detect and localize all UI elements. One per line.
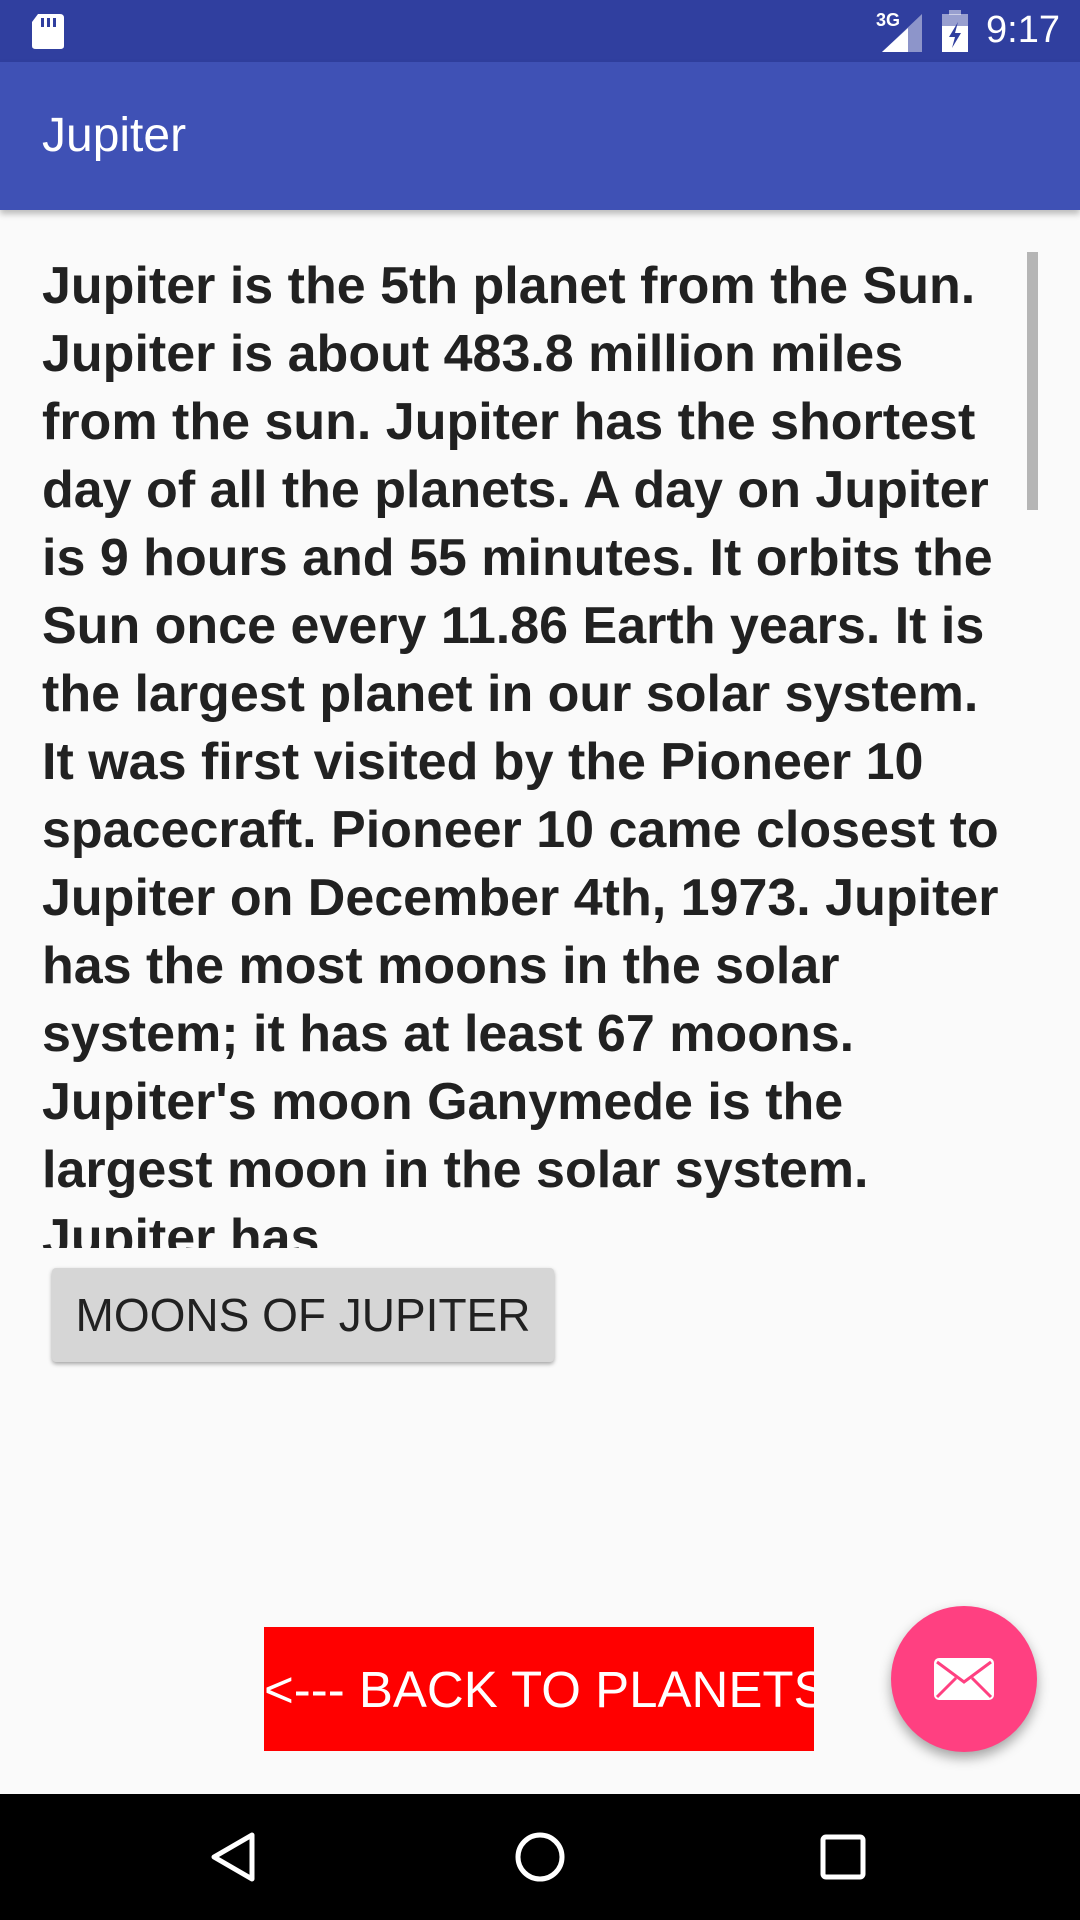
signal-icon: [882, 14, 922, 52]
description-scroll-view[interactable]: Jupiter is the 5th planet from the Sun. …: [0, 252, 1040, 1248]
navigation-bar: [0, 1794, 1080, 1920]
nav-recents-icon[interactable]: [808, 1822, 878, 1892]
moons-of-jupiter-button[interactable]: MOONS OF JUPITER: [52, 1268, 554, 1362]
status-bar: 3G 9:17: [0, 0, 1080, 62]
email-fab-button[interactable]: [891, 1606, 1037, 1752]
status-clock: 9:17: [986, 9, 1060, 51]
nav-home-icon[interactable]: [505, 1822, 575, 1892]
sd-card-icon: [32, 14, 64, 49]
scrollbar-thumb[interactable]: [1027, 252, 1038, 510]
planet-description: Jupiter is the 5th planet from the Sun. …: [42, 257, 999, 1248]
nav-back-icon[interactable]: [200, 1822, 270, 1892]
back-to-planets-button[interactable]: <--- BACK TO PLANETS: [264, 1627, 814, 1751]
battery-charging-icon: [942, 10, 968, 52]
email-icon: [934, 1658, 994, 1700]
app-bar: Jupiter: [0, 62, 1080, 210]
page-title: Jupiter: [42, 109, 187, 162]
